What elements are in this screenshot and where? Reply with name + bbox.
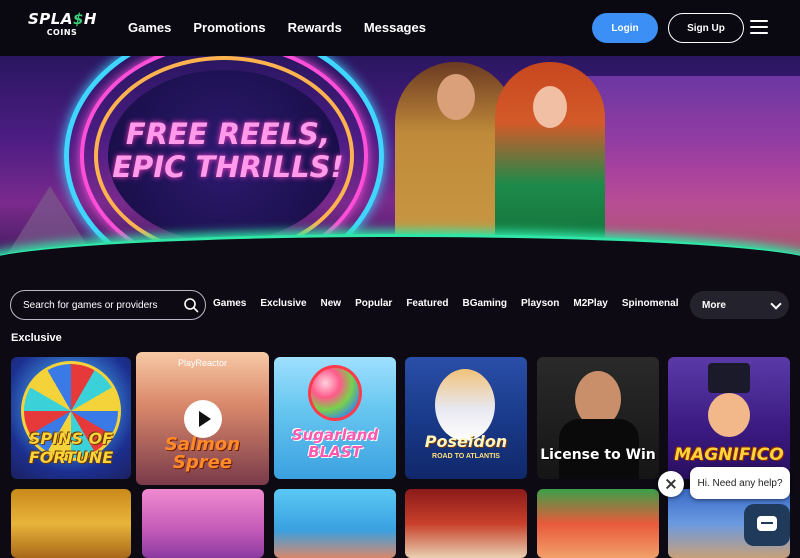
main-nav: Games Promotions Rewards Messages bbox=[128, 20, 448, 35]
more-dropdown[interactable]: More bbox=[690, 291, 789, 319]
category-filters: Games Exclusive New Popular Featured BGa… bbox=[213, 298, 693, 309]
nav-messages[interactable]: Messages bbox=[364, 20, 426, 35]
login-button[interactable]: Login bbox=[592, 13, 658, 43]
hero-banner[interactable]: FREE REELS, EPIC THRILLS! bbox=[0, 56, 800, 266]
filter-bgaming[interactable]: BGaming bbox=[463, 298, 507, 309]
game-tile[interactable] bbox=[274, 489, 396, 558]
game-tile-salmon-spree[interactable]: PlayReactor Salmon Spree bbox=[136, 352, 269, 485]
chevron-down-icon bbox=[770, 298, 782, 310]
gumball-image bbox=[308, 365, 362, 421]
game-tile-spins-of-fortune[interactable]: SPINS OF FORTUNE bbox=[11, 357, 131, 479]
chat-button[interactable] bbox=[744, 504, 790, 546]
game-tile[interactable] bbox=[142, 489, 264, 558]
hero-headline: FREE REELS, EPIC THRILLS! bbox=[112, 117, 344, 184]
game-tile-license-to-win[interactable]: License to Win bbox=[537, 357, 659, 479]
provider-label: PlayReactor bbox=[177, 358, 228, 368]
nav-rewards[interactable]: Rewards bbox=[288, 20, 342, 35]
site-logo[interactable]: SPLA$H COINS bbox=[28, 12, 96, 42]
filter-popular[interactable]: Popular bbox=[355, 298, 392, 309]
top-header: SPLA$H COINS Games Promotions Rewards Me… bbox=[0, 0, 800, 56]
nav-games[interactable]: Games bbox=[128, 20, 171, 35]
game-tile[interactable] bbox=[11, 489, 131, 558]
hamburger-icon[interactable] bbox=[750, 20, 768, 34]
game-tile-sugarland-blast[interactable]: Sugarland BLAST bbox=[274, 357, 396, 479]
signup-button[interactable]: Sign Up bbox=[668, 13, 744, 43]
filter-m2play[interactable]: M2Play bbox=[573, 298, 607, 309]
nav-promotions[interactable]: Promotions bbox=[193, 20, 265, 35]
poseidon-image bbox=[435, 369, 495, 441]
game-tile[interactable] bbox=[405, 489, 527, 558]
chat-greeting[interactable]: Hi. Need any help? bbox=[690, 467, 790, 499]
search-bar[interactable] bbox=[10, 290, 206, 320]
game-tile-poseidon[interactable]: Poseidon ROAD TO ATLANTIS bbox=[405, 357, 527, 479]
game-tile[interactable] bbox=[537, 489, 659, 558]
chat-close-icon[interactable] bbox=[658, 471, 684, 497]
game-tile-magnifico[interactable]: MAGNIFICO bbox=[668, 357, 790, 479]
section-title: Exclusive bbox=[11, 332, 62, 344]
filter-new[interactable]: New bbox=[321, 298, 342, 309]
chat-icon bbox=[757, 516, 777, 531]
play-icon[interactable] bbox=[184, 400, 222, 438]
search-input[interactable] bbox=[23, 299, 173, 311]
filter-games[interactable]: Games bbox=[213, 298, 246, 309]
filter-featured[interactable]: Featured bbox=[406, 298, 448, 309]
filter-spinomenal[interactable]: Spinomenal bbox=[622, 298, 679, 309]
filter-playson[interactable]: Playson bbox=[521, 298, 559, 309]
filter-exclusive[interactable]: Exclusive bbox=[260, 298, 306, 309]
search-icon[interactable] bbox=[183, 297, 199, 313]
